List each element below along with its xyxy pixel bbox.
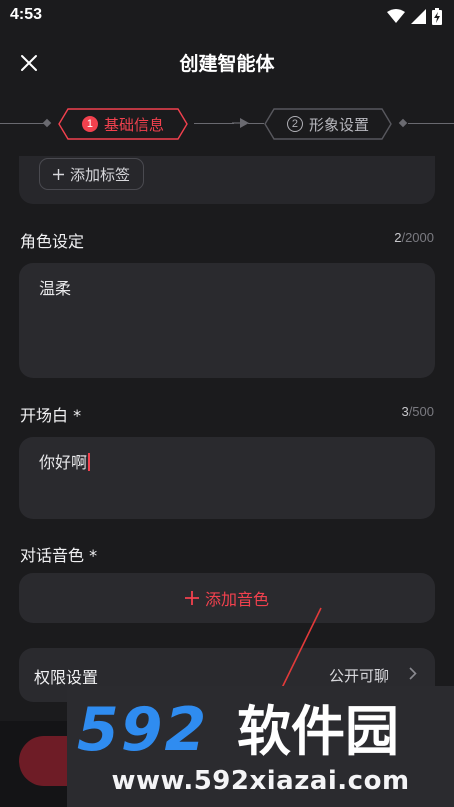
status-time: 4:53 (10, 6, 43, 23)
wifi-icon (387, 8, 405, 23)
step-number: 2 (286, 116, 303, 132)
svg-text:592: 592 (77, 695, 208, 760)
step-avatar-settings[interactable]: 2 形象设置 (264, 108, 392, 140)
form-scroll-area[interactable]: 添加标签 角色设定 2/2000 温柔 开场白 * 3/500 你好啊 对话音色… (0, 156, 454, 721)
step-connector (0, 123, 46, 124)
status-bar: 4:53 (0, 0, 454, 32)
text-caret (88, 453, 91, 471)
tags-card: 添加标签 (19, 156, 435, 204)
watermark-logo: 592 软件园 (77, 695, 399, 760)
add-tag-button[interactable]: 添加标签 (39, 158, 145, 190)
plus-icon (53, 168, 64, 180)
cellular-signal-icon (411, 8, 426, 24)
step-connector (408, 123, 454, 124)
plus-icon (184, 591, 199, 605)
role-count-max: /2000 (401, 230, 434, 245)
page-title: 创建智能体 (179, 53, 275, 75)
add-tag-label: 添加标签 (70, 165, 131, 184)
voice-label: 对话音色 * (20, 546, 98, 565)
annotation-pointer-line (277, 607, 322, 697)
add-voice-label: 添加音色 (204, 590, 269, 609)
role-char-counter: 2/2000 (394, 230, 434, 245)
permission-label: 权限设置 (34, 668, 99, 687)
step-label: 基础信息 (103, 115, 164, 134)
step-connector (248, 123, 264, 124)
status-icons (387, 6, 442, 26)
step-indicator: 1 基础信息 2 形象设置 (0, 104, 454, 144)
permission-value: 公开可聊 (328, 667, 389, 685)
opening-line-input[interactable]: 你好啊 (19, 437, 435, 519)
battery-charging-icon (432, 7, 442, 25)
add-voice-button[interactable]: 添加音色 (19, 573, 435, 623)
step-connector (194, 123, 234, 124)
step-connector-dot (398, 118, 408, 128)
step-connector-dot (42, 118, 52, 128)
step-label: 形象设置 (308, 115, 369, 134)
opening-line-label: 开场白 * (20, 406, 82, 425)
watermark: 592 软件园 www.592xiazai.com (67, 686, 454, 807)
role-setting-label: 角色设定 (20, 232, 85, 251)
step-number: 1 (81, 116, 98, 132)
role-setting-input[interactable]: 温柔 (19, 263, 435, 378)
role-setting-value: 温柔 (39, 279, 72, 298)
chevron-right-icon (409, 667, 417, 680)
header: 创建智能体 (0, 36, 454, 88)
opening-char-counter: 3/500 (401, 404, 434, 419)
svg-text:软件园: 软件园 (237, 700, 399, 760)
opening-count-max: /500 (408, 404, 434, 419)
step-basic-info[interactable]: 1 基础信息 (58, 108, 188, 140)
opening-count-current: 3 (401, 404, 409, 419)
opening-line-value: 你好啊 (39, 453, 88, 472)
watermark-url: www.592xiazai.com (111, 766, 410, 796)
